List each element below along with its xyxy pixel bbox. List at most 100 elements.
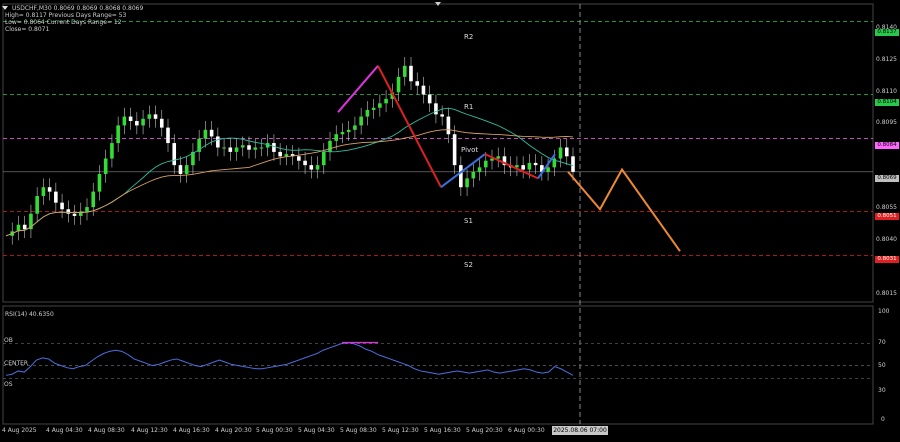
candle-body — [209, 129, 214, 137]
current-price-tag: 0.8069 — [875, 175, 899, 182]
r2-price-tag: 0.8137 — [875, 29, 899, 36]
candle-body — [240, 145, 245, 148]
candle-body — [297, 156, 301, 161]
close-info: Close= 0.8071 — [5, 26, 50, 33]
zigzag-up-segment — [337, 65, 379, 113]
symbol-header: USDCHF,M30 0.8069 0.8069 0.8068 0.8069 — [12, 5, 144, 12]
candle-body — [172, 143, 177, 166]
x-tick: 6 Aug 00:30 — [508, 427, 545, 434]
candle-body — [116, 125, 120, 144]
candle-body — [409, 65, 413, 82]
candle-body — [284, 154, 289, 157]
candle-body — [340, 132, 345, 135]
x-tick: 5 Aug 08:30 — [340, 427, 377, 434]
x-tick: 4 Aug 08:30 — [88, 427, 125, 434]
rsi-label: RSI(14) 40.6350 — [5, 311, 54, 318]
rsi-os-label: OS — [4, 381, 13, 388]
rsi-center-label: CENTER — [4, 360, 29, 367]
candle-body — [234, 147, 239, 152]
candle-body — [247, 145, 251, 150]
y-tick: 0.8110 — [876, 88, 897, 95]
r1-label: R1 — [464, 103, 474, 111]
candle-body — [533, 162, 538, 166]
low-info: Low= 0.8064 Current Days Range= 12 — [5, 19, 122, 26]
x-tick: 4 Aug 20:30 — [215, 427, 252, 434]
candle-body — [365, 109, 370, 117]
x-tick: 5 Aug 20:30 — [466, 427, 503, 434]
rsi-tick: 70 — [878, 339, 886, 346]
candle-body — [571, 156, 575, 172]
candle-body — [216, 136, 220, 148]
candle-body — [128, 116, 133, 121]
candle-body — [483, 160, 488, 168]
candle-body — [278, 151, 282, 157]
candle-body — [328, 140, 332, 152]
candle-body — [47, 187, 52, 192]
chart-canvas[interactable] — [0, 0, 900, 442]
candle-body — [421, 85, 426, 95]
high-info: High= 0.8117 Previous Days Range= 53 — [5, 12, 127, 19]
x-tick: 5 Aug 04:30 — [298, 427, 335, 434]
symbol-dropdown-icon[interactable] — [2, 6, 8, 10]
panel-collapse-icon[interactable] — [435, 2, 441, 6]
s2-label: S2 — [464, 261, 473, 269]
x-tick: 4 Aug 2025 — [2, 427, 37, 434]
candle-body — [35, 196, 39, 214]
candle-body — [135, 120, 139, 126]
candle-body — [434, 103, 438, 115]
y-tick: 0.8040 — [876, 236, 897, 243]
x-tick: 4 Aug 16:30 — [173, 427, 210, 434]
candle-body — [272, 143, 276, 152]
candle-body — [159, 118, 164, 128]
r2-label: R2 — [464, 33, 474, 41]
candle-body — [153, 114, 158, 119]
candle-body — [321, 151, 326, 166]
candle-body — [378, 103, 382, 108]
price-panel-frame — [2, 3, 874, 303]
ma-slow-line — [5, 129, 574, 237]
zigzag-down-segment — [377, 65, 442, 188]
candle-body — [228, 147, 233, 152]
candle-body — [184, 165, 189, 174]
y-tick: 0.8125 — [876, 56, 897, 63]
candle-body — [384, 98, 388, 104]
x-tick: 4 Aug 04:30 — [46, 427, 83, 434]
candle-body — [459, 165, 463, 188]
candle-body — [122, 116, 127, 126]
candle-body — [477, 167, 482, 172]
candle-body — [546, 167, 550, 172]
cursor-time-label: 2025.08.06 07:00 — [552, 426, 608, 435]
candle-body — [359, 116, 363, 126]
projection-path — [567, 167, 681, 252]
candle-body — [178, 165, 183, 174]
candle-body — [346, 129, 351, 133]
candle-body — [103, 158, 108, 174]
candle-body — [353, 125, 357, 130]
candle-body — [471, 171, 476, 179]
pivot-price-tag: 0.8084 — [875, 142, 899, 149]
candle-body — [259, 147, 264, 149]
rsi-tick: 100 — [878, 308, 890, 315]
x-tick: 5 Aug 12:30 — [382, 427, 419, 434]
rsi-panel-frame — [2, 305, 874, 425]
candle-body — [303, 160, 307, 166]
candle-body — [166, 127, 170, 144]
candle-body — [452, 134, 457, 166]
candle-body — [22, 224, 27, 230]
candle-body — [527, 162, 532, 170]
candle-body — [371, 107, 376, 110]
y-tick: 0.8015 — [876, 290, 897, 297]
candle-body — [315, 165, 320, 170]
candle-body — [440, 114, 444, 117]
candle-body — [465, 178, 469, 188]
rsi-tick: 30 — [878, 387, 886, 394]
candle-body — [72, 213, 77, 216]
s1-price-tag: 0.8051 — [875, 213, 899, 220]
x-tick: 4 Aug 12:30 — [131, 427, 168, 434]
candle-body — [85, 207, 89, 212]
candle-body — [415, 81, 420, 86]
candle-body — [253, 147, 258, 150]
s1-label: S1 — [464, 217, 473, 225]
candle-body — [222, 147, 226, 149]
candle-body — [396, 76, 401, 93]
